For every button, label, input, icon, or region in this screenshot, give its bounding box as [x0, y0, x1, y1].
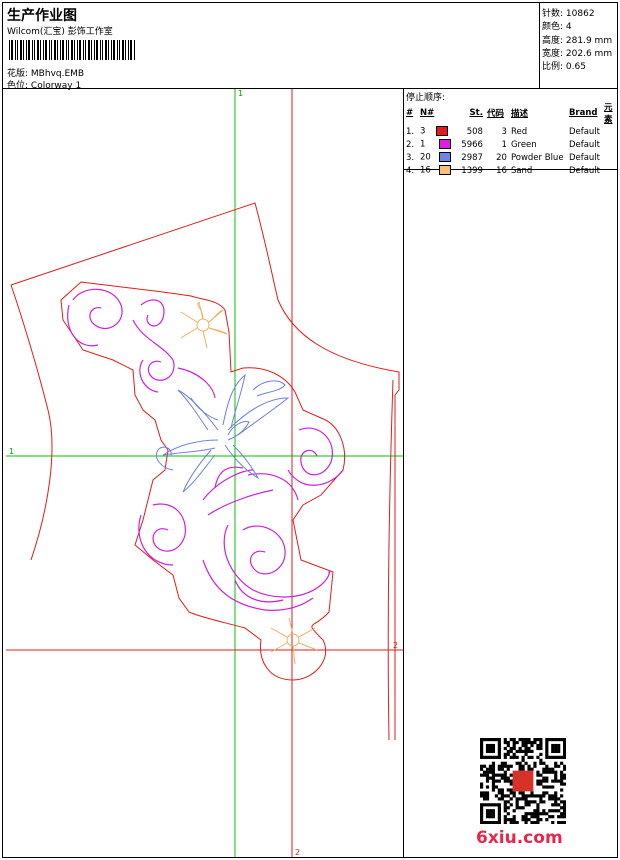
embroidery-drawing: 1 1 2 2 — [6, 89, 403, 857]
motif-outline — [60, 281, 346, 681]
color-swatch — [436, 126, 449, 137]
table-row: 2. 1 5966 1 Green Default — [406, 139, 600, 150]
sand-flowers — [180, 301, 318, 665]
color-swatch — [438, 165, 451, 176]
stat-scale: 比例: 0.65 — [542, 62, 586, 72]
company-name: Wilcom(汇宝) 彭饰工作室 — [7, 27, 113, 37]
col-desc: 描述 — [510, 109, 528, 119]
stat-stitches: 针数: 10862 — [542, 9, 595, 19]
stop-sequence-panel: 停止顺序: # N# St. 代码 描述 Brand 元素 1. 3 508 3… — [404, 89, 617, 176]
color-swatch — [438, 152, 451, 163]
stat-colors: 颜色: 4 — [542, 22, 572, 32]
col-num: # — [406, 108, 414, 118]
stat-width: 宽度: 202.6 mm — [542, 49, 613, 59]
table-row: 3. 20 2987 20 Powder Blue Default — [406, 152, 600, 163]
header-block: 生产作业图 Wilcom(汇宝) 彭饰工作室 花版: MBhvq.EMB 色位:… — [3, 3, 540, 91]
col-st: St. — [469, 108, 483, 118]
armhole-curve — [10, 284, 53, 561]
table-row: 4. 16 1399 16 Sand Default — [406, 165, 600, 176]
table-row: 1. 3 508 3 Red Default — [406, 126, 600, 137]
sequence-table: # N# St. 代码 描述 Brand 元素 1. 3 508 3 Red D… — [404, 101, 617, 177]
col-brand: Brand — [568, 108, 598, 118]
guide-label-red-bottom: 2 — [295, 848, 300, 857]
col-code: 代码 — [486, 109, 504, 119]
page-title: 生产作业图 — [7, 8, 77, 24]
col-n: N# — [420, 108, 435, 118]
sequence-header-row: # N# St. 代码 描述 Brand 元素 — [404, 101, 617, 125]
garment-outline — [10, 202, 400, 740]
color-swatch — [438, 139, 451, 150]
side-seam — [387, 379, 394, 741]
qr-code — [480, 738, 566, 824]
design-canvas: 1 1 2 2 — [3, 89, 404, 857]
site-logo: 6xiu.com — [476, 828, 563, 848]
col-element: 元素 — [604, 103, 613, 125]
guide-label-green-left: 1 — [9, 447, 14, 456]
guide-label-red-right: 2 — [393, 641, 398, 650]
barcode — [9, 40, 135, 60]
stat-height: 高度: 281.9 mm — [542, 36, 613, 46]
guide-label-green-top: 1 — [238, 89, 243, 98]
stats-block: 针数: 10862 颜色: 4 高度: 281.9 mm 宽度: 202.6 m… — [540, 3, 617, 89]
